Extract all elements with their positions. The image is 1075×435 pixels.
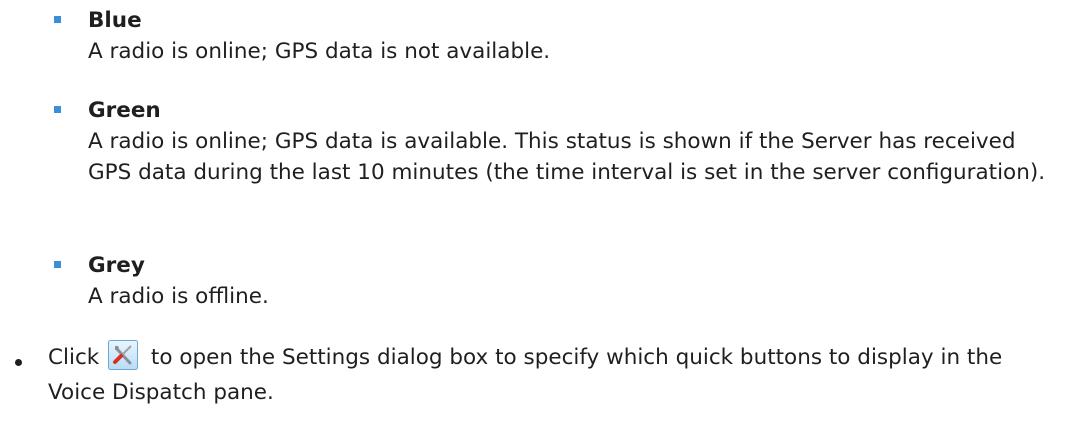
instruction-suffix: to open the Settings dialog box to speci… [48, 345, 1003, 405]
settings-instruction-text: Click to open the Settings dialog box to… [48, 340, 1048, 410]
settings-tools-icon[interactable] [108, 340, 139, 370]
status-description: A radio is offline. [88, 284, 269, 309]
square-bullet [54, 261, 61, 268]
instruction-prefix: Click [48, 345, 100, 370]
status-description: A radio is online; GPS data is available… [88, 129, 1046, 185]
status-title: Blue [88, 8, 142, 33]
status-title: Green [88, 98, 161, 123]
status-title: Grey [88, 253, 145, 278]
square-bullet [54, 106, 61, 113]
status-description: A radio is online; GPS data is not avail… [88, 39, 551, 64]
square-bullet [54, 16, 61, 23]
round-bullet [15, 359, 22, 366]
